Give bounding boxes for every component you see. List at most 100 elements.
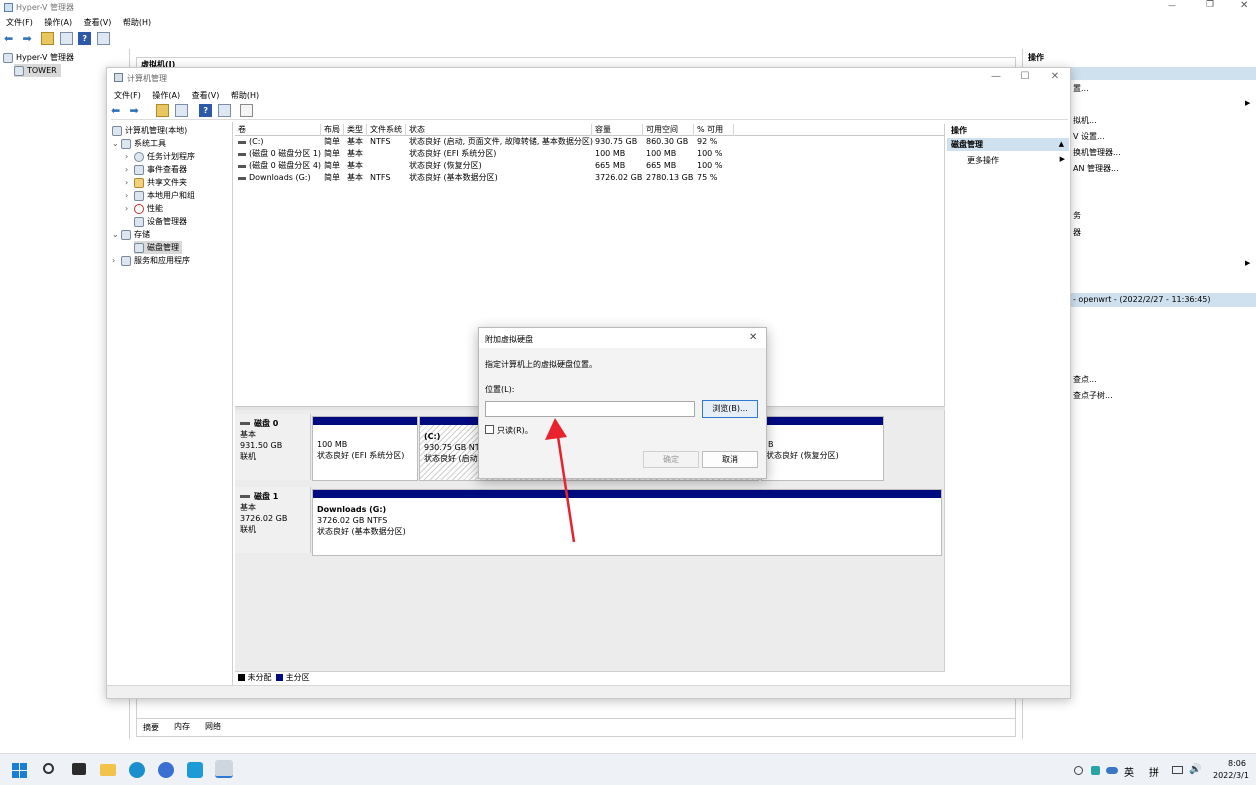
table-row[interactable]: (磁盘 0 磁盘分区 1) 简单 基本 状态良好 (EFI 系统分区) 100 …	[235, 148, 944, 160]
properties-icon[interactable]	[240, 104, 254, 117]
hyperv-action-item[interactable]: 拟机...	[1073, 115, 1097, 126]
table-row[interactable]: (C:) 简单 基本 NTFS 状态良好 (启动, 页面文件, 故障转储, 基本…	[235, 136, 944, 148]
table-row[interactable]: (磁盘 0 磁盘分区 4) 简单 基本 状态良好 (恢复分区) 665 MB 6…	[235, 160, 944, 172]
compmgmt-close-button[interactable]: ✕	[1040, 68, 1070, 86]
app-globe-icon[interactable]	[158, 762, 174, 778]
disk-0-label[interactable]: 磁盘 0 基本 931.50 GB 联机	[235, 414, 311, 480]
hyperv-close-button[interactable]: ✕	[1240, 0, 1248, 11]
actions-section-disk-management[interactable]: 磁盘管理 ▲	[947, 138, 1069, 151]
edge-browser-icon[interactable]	[129, 762, 145, 778]
up-folder-icon[interactable]	[156, 104, 170, 117]
chevron-right-icon[interactable]: ›	[125, 150, 134, 163]
ime-language[interactable]: 英	[1124, 764, 1134, 779]
tree-storage[interactable]: ⌄ 存储	[112, 228, 150, 241]
hyperv-menu-help[interactable]: 帮助(H)	[123, 17, 151, 28]
readonly-checkbox[interactable]	[485, 425, 494, 434]
tree-local-users[interactable]: › 本地用户和组	[125, 189, 195, 202]
chevron-right-icon[interactable]: ›	[125, 176, 134, 189]
cancel-button[interactable]: 取消	[702, 451, 758, 468]
readonly-label[interactable]: 只读(R)。	[497, 425, 533, 436]
table-row[interactable]: Downloads (G:) 简单 基本 NTFS 状态良好 (基本数据分区) …	[235, 172, 944, 184]
console-icon[interactable]	[96, 32, 110, 45]
back-arrow-icon[interactable]: ⬅	[4, 32, 17, 45]
location-input[interactable]	[485, 401, 695, 417]
tab-summary[interactable]: 摘要	[143, 722, 159, 733]
compmgmt-minimize-button[interactable]: —	[981, 68, 1011, 86]
forward-arrow-icon[interactable]: ➡	[23, 32, 36, 45]
chevron-right-icon[interactable]: ›	[125, 163, 134, 176]
hyperv-action-item[interactable]: AN 管理器...	[1073, 163, 1119, 174]
hyperv-action-item[interactable]: 查点子树...	[1073, 390, 1113, 401]
tree-disk-management[interactable]: 磁盘管理	[134, 241, 182, 254]
col-layout[interactable]: 布局	[321, 124, 344, 136]
ok-button[interactable]: 确定	[643, 451, 699, 468]
hyperv-tree-host[interactable]: TOWER	[14, 64, 61, 77]
hyperv-action-item[interactable]: 换机管理器...	[1073, 147, 1121, 158]
chevron-right-icon[interactable]: ›	[125, 189, 134, 202]
search-icon[interactable]	[43, 763, 54, 774]
col-capacity[interactable]: 容量	[592, 124, 643, 136]
help-icon[interactable]: ?	[78, 32, 92, 45]
tab-network[interactable]: 网络	[205, 721, 221, 732]
tree-task-scheduler[interactable]: › 任务计划程序	[125, 150, 195, 163]
col-free-space[interactable]: 可用空间	[643, 124, 694, 136]
show-hide-tree-icon[interactable]	[174, 104, 188, 117]
clock-date[interactable]: 2022/3/1	[1213, 771, 1249, 780]
chevron-right-icon[interactable]: ›	[112, 254, 121, 267]
up-folder-icon[interactable]	[41, 32, 55, 45]
tree-event-viewer[interactable]: › 事件查看器	[125, 163, 187, 176]
chevron-down-icon[interactable]: ⌄	[112, 228, 121, 241]
browse-button[interactable]: 浏览(B)...	[702, 400, 758, 418]
task-view-icon[interactable]	[72, 763, 86, 775]
forward-arrow-icon[interactable]: ➡	[130, 104, 143, 117]
hyperv-action-item[interactable]: 查点...	[1073, 374, 1097, 385]
tray-monitor-icon[interactable]	[1172, 766, 1183, 774]
tree-performance[interactable]: › 性能	[125, 202, 163, 215]
compmgmt-menu-help[interactable]: 帮助(H)	[231, 90, 259, 101]
disk-1-label[interactable]: 磁盘 1 基本 3726.02 GB 联机	[235, 487, 311, 553]
tray-volume-icon[interactable]: 🔊	[1189, 764, 1201, 775]
hyperv-maximize-button[interactable]: ❐	[1206, 0, 1214, 10]
tray-network-icon[interactable]	[1074, 766, 1083, 775]
compmgmt-menu-file[interactable]: 文件(F)	[114, 90, 141, 101]
clock-time[interactable]: 8:06	[1228, 759, 1246, 768]
tray-app-icon[interactable]	[1091, 766, 1100, 775]
tree-shared-folders[interactable]: › 共享文件夹	[125, 176, 187, 189]
disk-0-partition-efi[interactable]: 100 MB 状态良好 (EFI 系统分区)	[312, 416, 418, 481]
collapse-arrow-icon[interactable]: ▲	[1059, 138, 1064, 151]
hyperv-tree-root[interactable]: Hyper-V 管理器	[3, 51, 74, 64]
hyperv-taskbar-icon[interactable]	[215, 760, 233, 778]
col-percent-free[interactable]: % 可用	[694, 124, 734, 136]
hyperv-submenu-arrow[interactable]: ▶	[1245, 99, 1250, 107]
tree-device-manager[interactable]: 设备管理器	[134, 215, 187, 228]
hyperv-menu-action[interactable]: 操作(A)	[44, 17, 72, 28]
dialog-close-button[interactable]: ✕	[749, 332, 757, 343]
col-status[interactable]: 状态	[406, 124, 592, 136]
back-arrow-icon[interactable]: ⬅	[111, 104, 124, 117]
help-icon[interactable]: ?	[199, 104, 213, 117]
disk-0-partition-recovery[interactable]: B 状态良好 (恢复分区)	[761, 416, 884, 481]
file-explorer-icon[interactable]	[100, 764, 116, 776]
hyperv-action-item[interactable]: 置...	[1073, 83, 1089, 94]
chevron-down-icon[interactable]: ⌄	[112, 137, 121, 150]
hyperv-minimize-button[interactable]: —	[1168, 1, 1176, 10]
hyperv-submenu-arrow[interactable]: ▶	[1245, 259, 1250, 267]
tree-services-apps[interactable]: › 服务和应用程序	[112, 254, 190, 267]
hyperv-action-item[interactable]: 器	[1073, 227, 1081, 238]
hyperv-menu-view[interactable]: 查看(V)	[84, 17, 112, 28]
col-filesystem[interactable]: 文件系统	[367, 124, 406, 136]
ime-mode[interactable]: 拼	[1149, 764, 1159, 779]
hyperv-action-item[interactable]: V 设置...	[1073, 131, 1105, 142]
compmgmt-menu-view[interactable]: 查看(V)	[192, 90, 220, 101]
chevron-right-icon[interactable]: ›	[125, 202, 134, 215]
col-type[interactable]: 类型	[344, 124, 367, 136]
store-icon[interactable]	[187, 762, 203, 778]
hyperv-menu-file[interactable]: 文件(F)	[6, 17, 33, 28]
disk-1-partition-g[interactable]: Downloads (G:) 3726.02 GB NTFS 状态良好 (基本数…	[312, 489, 942, 556]
compmgmt-maximize-button[interactable]: ☐	[1010, 68, 1040, 86]
tree-system-tools[interactable]: ⌄ 系统工具	[112, 137, 166, 150]
tray-cloud-icon[interactable]	[1106, 767, 1118, 774]
actions-more[interactable]: 更多操作 ▶	[967, 155, 1067, 166]
start-windows-icon[interactable]	[12, 763, 27, 778]
tree-computer-management[interactable]: 计算机管理(本地)	[112, 124, 187, 137]
